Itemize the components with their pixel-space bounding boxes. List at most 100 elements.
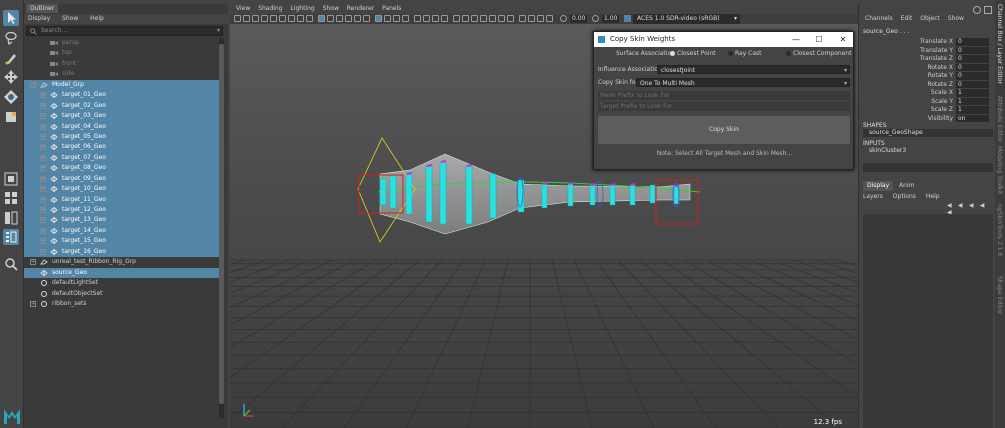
lasso-tool-icon[interactable] bbox=[3, 30, 19, 46]
xray-components-icon[interactable] bbox=[402, 15, 409, 22]
attribute-row[interactable]: Rotate Z0 bbox=[859, 80, 995, 90]
side-tab-attribute-editor[interactable]: Attribute Editor bbox=[996, 96, 1003, 142]
viewport-menu-view[interactable]: View bbox=[236, 4, 250, 14]
frame-all-icon[interactable] bbox=[537, 15, 544, 22]
copy-skin-button[interactable]: Copy Skin bbox=[598, 116, 850, 144]
snap-icon[interactable] bbox=[528, 15, 535, 22]
input-item[interactable]: skinCluster3 bbox=[863, 147, 993, 155]
attribute-row[interactable]: Translate Z0 bbox=[859, 55, 995, 64]
scale-tool-icon[interactable] bbox=[3, 109, 19, 125]
camera-select-icon[interactable] bbox=[234, 15, 241, 22]
new-layer-icon[interactable]: ◀ bbox=[969, 202, 978, 209]
outliner-menu-help[interactable]: Help bbox=[90, 14, 104, 24]
viewport-menu-shading[interactable]: Shading bbox=[258, 4, 282, 14]
grid-icon[interactable] bbox=[519, 15, 526, 22]
paint-select-icon[interactable] bbox=[3, 50, 19, 66]
outliner-row[interactable]: persp bbox=[24, 38, 220, 48]
attribute-value[interactable]: 1 bbox=[956, 89, 989, 97]
outliner-row[interactable]: + target_04_Geo bbox=[24, 121, 220, 132]
cb-menu-edit[interactable]: Edit bbox=[901, 14, 913, 24]
outliner-menu-display[interactable]: Display bbox=[28, 14, 50, 24]
outliner-row[interactable]: + unreal_test_Ribbon_Rig_Grp bbox=[24, 257, 220, 267]
radio-closest-point[interactable]: Closest Point bbox=[670, 49, 716, 59]
multisample-aa-icon[interactable] bbox=[432, 15, 439, 22]
rotate-tool-icon[interactable] bbox=[3, 89, 19, 105]
expand-icon[interactable]: + bbox=[40, 186, 46, 193]
two-pane-layout-icon[interactable] bbox=[3, 210, 19, 226]
search-icon[interactable] bbox=[973, 6, 981, 14]
outliner-row[interactable]: + target_06_Geo bbox=[24, 142, 220, 153]
radio-ray-cast[interactable]: Ray Cast bbox=[728, 49, 762, 59]
single-view-layout-icon[interactable] bbox=[3, 171, 19, 187]
cb-menu-object[interactable]: Object bbox=[920, 14, 940, 24]
new-layer-selected-icon[interactable]: ◀ bbox=[980, 202, 989, 209]
outliner-row[interactable]: + target_15_Geo bbox=[24, 236, 220, 247]
attribute-value[interactable]: on bbox=[956, 114, 989, 122]
side-tab-modeling-toolkit[interactable]: Modeling Toolkit bbox=[996, 146, 1003, 194]
chevron-down-icon[interactable]: ▾ bbox=[203, 27, 220, 35]
viewport-menu-lighting[interactable]: Lighting bbox=[290, 4, 314, 14]
attribute-value[interactable]: 0 bbox=[956, 38, 989, 46]
viewport-menu-panels[interactable]: Panels bbox=[382, 4, 401, 14]
expand-icon[interactable]: + bbox=[30, 300, 36, 307]
motion-blur-icon[interactable] bbox=[423, 15, 430, 22]
attribute-value[interactable]: 1 bbox=[956, 97, 989, 105]
shadows-icon[interactable] bbox=[363, 15, 370, 22]
gamma-icon[interactable] bbox=[592, 15, 599, 22]
expand-icon[interactable]: + bbox=[40, 92, 46, 99]
outliner-row[interactable]: + target_09_Geo bbox=[24, 173, 220, 185]
minimize-icon[interactable]: — bbox=[790, 32, 802, 47]
outliner-row[interactable]: + target_13_Geo bbox=[24, 215, 220, 226]
xray-icon[interactable] bbox=[384, 15, 391, 22]
four-view-layout-icon[interactable] bbox=[3, 190, 19, 206]
attribute-value[interactable]: 1 bbox=[956, 106, 989, 114]
expand-icon[interactable]: + bbox=[40, 196, 46, 203]
outliner-scrollbar[interactable] bbox=[219, 38, 224, 418]
expand-icon[interactable]: + bbox=[40, 144, 46, 151]
outliner-row[interactable]: top bbox=[24, 48, 220, 58]
side-tab-channel-box[interactable]: Channel Box / Layer Editor bbox=[996, 4, 1003, 84]
outliner-row[interactable]: + target_01_Geo bbox=[24, 90, 220, 101]
attribute-row[interactable]: Scale X1 bbox=[859, 89, 995, 98]
outliner-row[interactable]: source_Geo bbox=[24, 267, 220, 279]
cb-menu-show[interactable]: Show bbox=[948, 14, 964, 24]
camera-lock-icon[interactable] bbox=[462, 15, 469, 22]
outliner-row[interactable]: + target_08_Geo bbox=[24, 163, 220, 174]
attribute-row[interactable]: Translate Y0 bbox=[859, 46, 995, 56]
move-layer-up-icon[interactable]: ◀ bbox=[947, 202, 956, 209]
expand-icon[interactable]: + bbox=[40, 165, 46, 172]
outliner-row[interactable]: + ribbon_sets bbox=[24, 299, 220, 309]
outliner-row[interactable]: + target_05_Geo bbox=[24, 131, 220, 143]
float-panel-icon[interactable] bbox=[984, 6, 992, 14]
shape-item[interactable]: source_GeoShape bbox=[863, 129, 993, 137]
image-plane-icon[interactable] bbox=[261, 15, 268, 22]
side-tab-shape-editor[interactable]: Shape Editor bbox=[996, 276, 1003, 314]
expand-icon[interactable]: + bbox=[40, 123, 46, 130]
attribute-row[interactable]: Scale Y1 bbox=[859, 97, 995, 107]
smooth-shade-icon[interactable] bbox=[327, 15, 334, 22]
gate-mask-icon[interactable] bbox=[297, 15, 304, 22]
outliner-row[interactable]: − Model_Grp bbox=[24, 79, 220, 91]
tab-display[interactable]: Display bbox=[863, 181, 894, 191]
film-gate-icon[interactable] bbox=[279, 15, 286, 22]
attribute-row[interactable]: Rotate X0 bbox=[859, 63, 995, 73]
safe-action-icon[interactable] bbox=[480, 15, 487, 22]
outliner-row[interactable]: defaultLightSet bbox=[24, 278, 220, 288]
target-prefix-input[interactable]: Target Prefix to Look For bbox=[598, 102, 850, 111]
side-tab-ngskintools[interactable]: ngSkinTools 2.1.6 bbox=[996, 204, 1003, 256]
isolate-select-icon[interactable] bbox=[375, 15, 382, 22]
outliner-row[interactable]: + target_07_Geo bbox=[24, 152, 220, 164]
outliner-menu-show[interactable]: Show bbox=[62, 14, 78, 24]
expand-icon[interactable]: + bbox=[40, 113, 46, 120]
maximize-icon[interactable]: ☐ bbox=[813, 32, 825, 47]
expand-icon[interactable]: + bbox=[40, 154, 46, 161]
expand-icon[interactable]: + bbox=[40, 227, 46, 234]
resolution-gate-icon[interactable] bbox=[288, 15, 295, 22]
move-tool-icon[interactable] bbox=[3, 69, 19, 85]
magnifier-icon[interactable] bbox=[3, 256, 19, 272]
expand-icon[interactable]: + bbox=[40, 248, 46, 255]
use-all-lights-icon[interactable] bbox=[354, 15, 361, 22]
screen-space-ao-icon[interactable] bbox=[414, 15, 421, 22]
outliner-row[interactable]: + target_03_Geo bbox=[24, 111, 220, 122]
layer-menu-help[interactable]: Help bbox=[926, 192, 940, 202]
